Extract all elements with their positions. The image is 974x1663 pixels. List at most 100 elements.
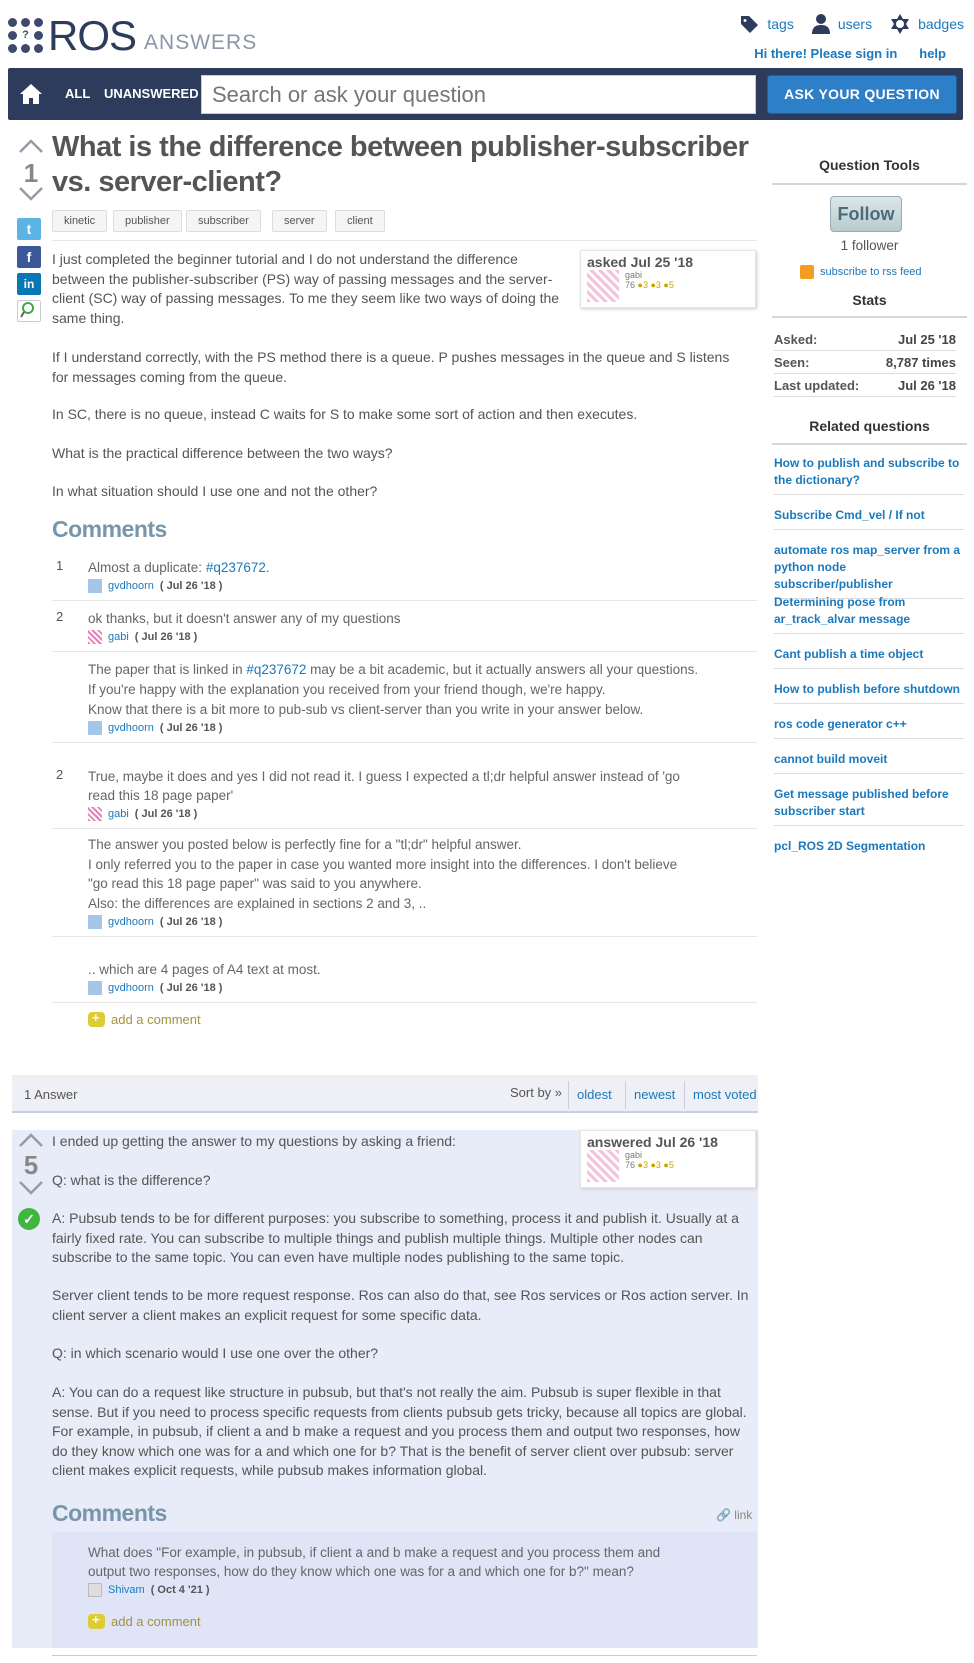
avatar[interactable] xyxy=(88,630,102,644)
rss-label: subscribe to rss feed xyxy=(820,266,922,278)
stat-label: Last updated: xyxy=(774,378,860,393)
users-label: users xyxy=(837,16,873,32)
question-paragraph: I just completed the beginner tutorial a… xyxy=(52,251,560,326)
upvote-button[interactable] xyxy=(18,1132,44,1151)
comment-text: . xyxy=(265,560,270,575)
related-question-link[interactable]: automate ros map_server from a python no… xyxy=(774,542,964,599)
nav-unanswered-link[interactable]: UNANSWERED xyxy=(104,86,199,101)
sort-by-label: Sort by » xyxy=(510,1085,563,1100)
arrow-up-icon xyxy=(19,139,43,153)
answer-paragraph: Q: in which scenario would I use one ove… xyxy=(52,1345,379,1361)
link-label: link xyxy=(734,1508,753,1522)
asker-name[interactable]: gabi xyxy=(625,270,674,280)
user-icon xyxy=(811,14,830,34)
stat-label: Asked: xyxy=(774,332,818,347)
tag-publisher[interactable]: publisher xyxy=(113,210,182,232)
question-paragraph: What is the practical difference between… xyxy=(52,445,393,461)
signin-link[interactable]: Hi there! Please sign in xyxy=(754,46,897,61)
tag-subscriber[interactable]: subscriber xyxy=(186,210,261,232)
question-link[interactable]: #q237672 xyxy=(246,662,306,677)
answer-permalink[interactable]: 🔗 link xyxy=(716,1508,752,1522)
badges-label: badges xyxy=(918,16,964,32)
question-title[interactable]: What is the difference between publisher… xyxy=(52,130,752,200)
answerer-name[interactable]: gabi xyxy=(625,1150,674,1160)
avatar[interactable] xyxy=(88,579,102,593)
avatar[interactable] xyxy=(88,915,102,929)
rss-icon xyxy=(800,265,814,279)
tag-kinetic[interactable]: kinetic xyxy=(52,210,108,232)
answerer-reputation: 76 xyxy=(625,1160,636,1170)
comment-author[interactable]: gvdhoorn xyxy=(108,580,154,592)
add-comment-label: add a comment xyxy=(111,1614,201,1629)
question-vote-count: 1 xyxy=(23,158,39,188)
question-paragraph: In SC, there is no queue, instead C wait… xyxy=(52,406,638,422)
help-link[interactable]: help xyxy=(919,46,946,61)
question-paragraph: If I understand correctly, with the PS m… xyxy=(52,349,730,385)
related-question-link[interactable]: ros code generator c++ xyxy=(774,716,964,739)
search-similar-icon[interactable] xyxy=(17,300,41,322)
sort-oldest-tab[interactable]: oldest xyxy=(577,1087,612,1102)
related-question-link[interactable]: How to publish and subscribe to the dict… xyxy=(774,455,964,495)
comment: The paper that is linked in #q237672 may… xyxy=(52,654,757,743)
comment-author[interactable]: gvdhoorn xyxy=(108,916,154,928)
asker-reputation: 76 xyxy=(625,280,636,290)
tag-client[interactable]: client xyxy=(335,210,385,232)
comment-date: ( Jul 26 '18 ) xyxy=(159,981,223,994)
tag-server[interactable]: server xyxy=(272,210,327,232)
comment: 2 ok thanks, but it doesn't answer any o… xyxy=(52,603,757,652)
related-question-link[interactable]: Cant publish a time object xyxy=(774,646,964,669)
tags-link[interactable]: tags xyxy=(739,14,794,34)
facebook-share-icon[interactable]: f xyxy=(17,246,41,268)
comment-author[interactable]: Shivam xyxy=(108,1584,145,1596)
avatar[interactable] xyxy=(587,270,619,302)
search-input[interactable] xyxy=(201,75,756,114)
avatar[interactable] xyxy=(88,721,102,735)
follow-button[interactable]: Follow xyxy=(830,196,902,232)
add-comment-link[interactable]: add a comment xyxy=(88,1612,201,1629)
divider xyxy=(772,443,967,445)
comments-heading: Comments xyxy=(52,1500,167,1526)
sort-most-voted-tab[interactable]: most voted xyxy=(693,1087,757,1102)
comment-author[interactable]: gvdhoorn xyxy=(108,722,154,734)
ask-question-button[interactable]: ASK YOUR QUESTION xyxy=(767,75,957,114)
upvote-button[interactable] xyxy=(18,138,44,157)
signin-row: Hi there! Please sign in help xyxy=(732,46,946,61)
comment-text: True, maybe it does and yes I did not re… xyxy=(88,769,680,803)
comment-author[interactable]: gabi xyxy=(108,631,129,643)
downvote-button[interactable] xyxy=(18,186,44,205)
linkedin-share-icon[interactable]: in xyxy=(17,273,41,295)
related-question-link[interactable]: pcl_ROS 2D Segmentation xyxy=(774,838,964,860)
stats-heading: Stats xyxy=(852,292,887,308)
answers-header: 1 Answer Sort by » oldest newest most vo… xyxy=(12,1075,758,1113)
star-badge-icon xyxy=(891,14,910,34)
comment-date: ( Oct 4 '21 ) xyxy=(150,1583,210,1596)
related-question-link[interactable]: cannot build moveit xyxy=(774,751,964,774)
question-link[interactable]: #q237672 xyxy=(206,560,266,575)
badges-link[interactable]: badges xyxy=(890,14,964,34)
logo-subtext: ANSWERS xyxy=(144,31,258,54)
comment-author[interactable]: gvdhoorn xyxy=(108,982,154,994)
rss-link[interactable]: subscribe to rss feed xyxy=(800,265,922,279)
related-question-link[interactable]: Subscribe Cmd_vel / If not xyxy=(774,507,964,530)
related-question-link[interactable]: How to publish before shutdown xyxy=(774,681,964,704)
divider xyxy=(772,316,967,318)
avatar[interactable] xyxy=(88,981,102,995)
comment-author[interactable]: gabi xyxy=(108,808,129,820)
related-question-link[interactable]: Get message published before subscriber … xyxy=(774,786,964,826)
nav-all-link[interactable]: ALL xyxy=(65,86,90,101)
downvote-button[interactable] xyxy=(18,1180,44,1199)
users-link[interactable]: users xyxy=(811,14,873,34)
answer-paragraph: A: Pubsub tends to be for different purp… xyxy=(52,1210,739,1265)
answer-paragraph: A: You can do a request like structure i… xyxy=(52,1384,747,1478)
avatar[interactable] xyxy=(88,807,102,821)
arrow-down-icon xyxy=(19,187,43,201)
twitter-share-icon[interactable]: t xyxy=(17,218,41,240)
home-button[interactable] xyxy=(8,68,54,120)
add-comment-link[interactable]: add a comment xyxy=(88,1010,201,1027)
site-logo[interactable]: ? ROS ANSWERS xyxy=(8,12,258,59)
related-question-link[interactable]: Determining pose from ar_track_alvar mes… xyxy=(774,594,964,634)
sort-newest-tab[interactable]: newest xyxy=(634,1087,675,1102)
stat-seen: Seen: 8,787 times xyxy=(774,355,956,374)
logo-text: ROS xyxy=(48,12,137,59)
avatar[interactable] xyxy=(88,1583,102,1597)
